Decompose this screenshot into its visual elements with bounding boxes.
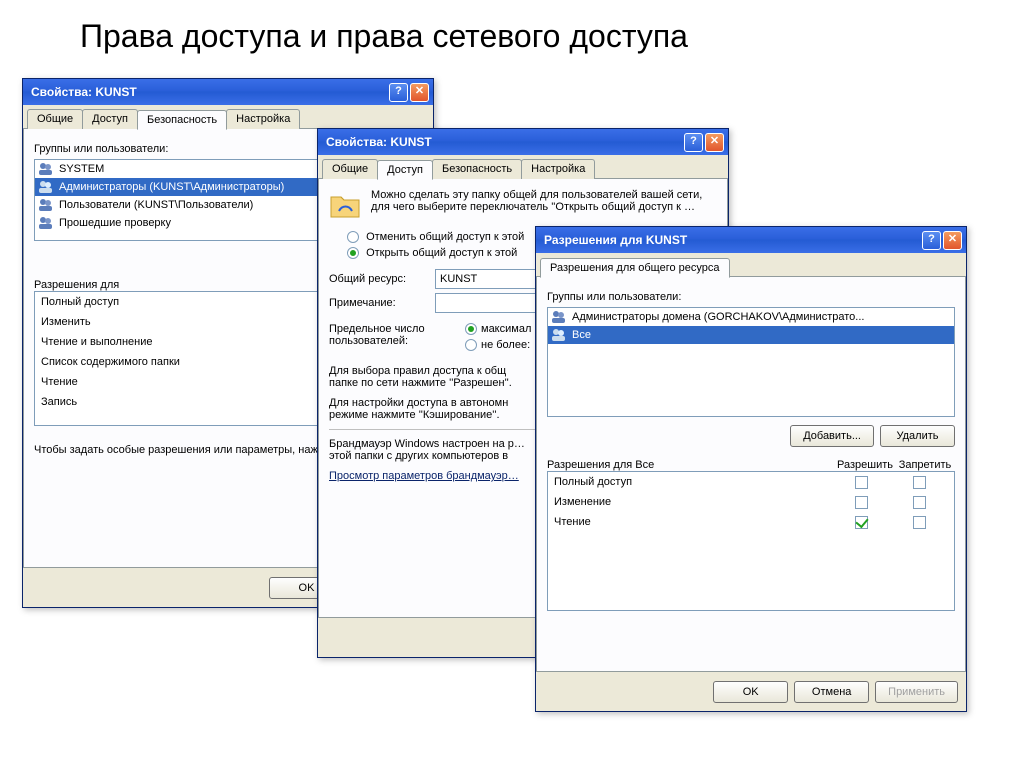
radio-limit-users[interactable] xyxy=(465,339,477,351)
allow-checkbox[interactable] xyxy=(855,496,868,509)
allow-header: Разрешить xyxy=(835,459,895,471)
titlebar[interactable]: Разрешения для KUNST ? ✕ xyxy=(536,227,966,253)
help-button[interactable]: ? xyxy=(684,133,703,152)
allow-checkbox[interactable] xyxy=(855,516,868,529)
radio-max-users[interactable] xyxy=(465,323,477,335)
group-icon xyxy=(38,197,54,213)
tab-settings[interactable]: Настройка xyxy=(521,159,595,179)
close-button[interactable]: ✕ xyxy=(943,231,962,250)
radio-cancel-share[interactable] xyxy=(347,231,359,243)
tab-sharing[interactable]: Доступ xyxy=(82,109,138,129)
cancel-button[interactable]: Отмена xyxy=(794,681,869,703)
share-permissions-window: Разрешения для KUNST ? ✕ Разрешения для … xyxy=(535,226,967,712)
list-item: Администраторы домена (GORCHAKOV\Админис… xyxy=(548,308,954,326)
help-button[interactable]: ? xyxy=(389,83,408,102)
group-icon xyxy=(38,161,54,177)
page-title: Права доступа и права сетевого доступа xyxy=(0,0,1024,55)
allow-checkbox[interactable] xyxy=(855,476,868,489)
window-title: Свойства: KUNST xyxy=(326,135,682,149)
group-icon xyxy=(38,215,54,231)
tab-sharing[interactable]: Доступ xyxy=(377,160,433,180)
tab-security[interactable]: Безопасность xyxy=(137,110,227,130)
deny-checkbox[interactable] xyxy=(913,496,926,509)
tab-general[interactable]: Общие xyxy=(322,159,378,179)
share-name-label: Общий ресурс: xyxy=(329,273,429,285)
add-button[interactable]: Добавить... xyxy=(790,425,874,447)
titlebar[interactable]: Свойства: KUNST ? ✕ xyxy=(23,79,433,105)
group-icon xyxy=(551,327,567,343)
titlebar[interactable]: Свойства: KUNST ? ✕ xyxy=(318,129,728,155)
tab-strip: Общие Доступ Безопасность Настройка xyxy=(23,105,433,129)
deny-checkbox[interactable] xyxy=(913,516,926,529)
tab-general[interactable]: Общие xyxy=(27,109,83,129)
info-text: Можно сделать эту папку общей для пользо… xyxy=(371,189,717,213)
close-button[interactable]: ✕ xyxy=(705,133,724,152)
permissions-for-label: Разрешения для Все xyxy=(547,459,835,471)
tab-share-permissions[interactable]: Разрешения для общего ресурса xyxy=(540,258,730,278)
tab-security[interactable]: Безопасность xyxy=(432,159,522,179)
remove-button[interactable]: Удалить xyxy=(880,425,955,447)
deny-checkbox[interactable] xyxy=(913,476,926,489)
groups-listbox[interactable]: Администраторы домена (GORCHAKOV\Админис… xyxy=(547,307,955,417)
deny-header: Запретить xyxy=(895,459,955,471)
permissions-for-label: Разрешения для xyxy=(34,279,362,291)
shared-folder-icon xyxy=(329,189,361,221)
window-title: Разрешения для KUNST xyxy=(544,233,920,247)
group-icon xyxy=(38,179,54,195)
help-button[interactable]: ? xyxy=(922,231,941,250)
ok-button[interactable]: OK xyxy=(713,681,788,703)
tab-settings[interactable]: Настройка xyxy=(226,109,300,129)
permissions-list: Полный доступ Изменение Чтение xyxy=(547,471,955,611)
apply-button[interactable]: Применить xyxy=(875,681,958,703)
list-item: Все xyxy=(548,326,954,344)
groups-label: Группы или пользователи: xyxy=(547,291,955,303)
comment-label: Примечание: xyxy=(329,297,429,309)
window-title: Свойства: KUNST xyxy=(31,85,387,99)
group-icon xyxy=(551,309,567,325)
user-limit-label: Предельное число пользователей: xyxy=(329,323,459,347)
radio-open-share[interactable] xyxy=(347,247,359,259)
close-button[interactable]: ✕ xyxy=(410,83,429,102)
